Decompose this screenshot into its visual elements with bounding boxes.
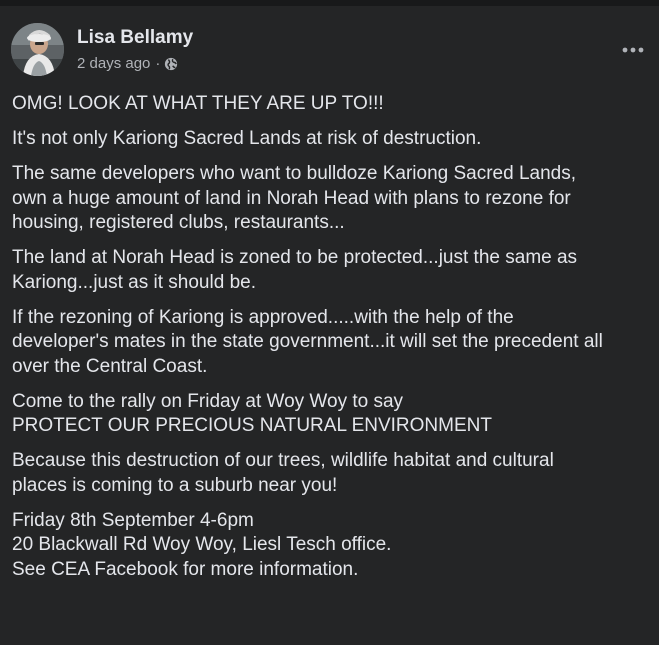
post-text: OMG! LOOK AT WHAT THEY ARE UP TO!!! It's … — [12, 92, 657, 593]
post-paragraph: Friday 8th September 4-6pm 20 Blackwall R… — [12, 509, 657, 583]
post-paragraph: If the rezoning of Kariong is approved..… — [12, 306, 657, 380]
post-line: Friday 8th September 4-6pm — [12, 509, 254, 531]
post-line: Because this destruction of our trees, w… — [12, 450, 554, 471]
post-line: See CEA Facebook for more information. — [12, 558, 359, 580]
post-line: If the rezoning of Kariong is approved..… — [12, 306, 514, 328]
author-name[interactable]: Lisa Bellamy — [77, 27, 193, 49]
post-line: The land at Norah Head is zoned to be pr… — [12, 247, 578, 268]
post-line: PROTECT OUR PRECIOUS NATURAL ENVIRONMENT — [12, 415, 492, 436]
post-line: Come to the rally on Friday at Woy Woy t… — [12, 390, 404, 412]
post-line: OMG! LOOK AT WHAT THEY ARE UP TO!!! — [12, 93, 384, 114]
more-options-icon[interactable] — [615, 32, 651, 68]
post-paragraph: OMG! LOOK AT WHAT THEY ARE UP TO!!! — [12, 92, 657, 117]
avatar[interactable] — [11, 23, 64, 76]
post-paragraph: The same developers who want to bulldoze… — [12, 162, 657, 236]
post-line: 20 Blackwall Rd Woy Woy, Liesl Tesch off… — [12, 534, 392, 555]
post-line: housing, registered clubs, restaurants..… — [12, 212, 345, 233]
globe-icon[interactable] — [164, 57, 178, 71]
meta-separator: · — [155, 55, 161, 72]
post-timestamp[interactable]: 2 days ago — [77, 55, 150, 72]
post-card: Lisa Bellamy 2 days ago · OMG! LOOK AT W… — [0, 6, 659, 645]
post-line: places is coming to a suburb near you! — [12, 474, 338, 496]
post-line: It's not only Kariong Sacred Lands at ri… — [12, 128, 482, 149]
avatar-photo — [11, 23, 64, 76]
post-paragraph: It's not only Kariong Sacred Lands at ri… — [12, 127, 657, 152]
post-line: Kariong...just as it should be. — [12, 271, 256, 293]
post-meta: 2 days ago · — [77, 55, 178, 72]
post-line: developer's mates in the state governmen… — [12, 331, 603, 352]
post-paragraph: The land at Norah Head is zoned to be pr… — [12, 246, 657, 295]
post-line: own a huge amount of land in Norah Head … — [12, 187, 571, 209]
post-paragraph: Come to the rally on Friday at Woy Woy t… — [12, 390, 657, 439]
post-paragraph: Because this destruction of our trees, w… — [12, 449, 657, 498]
post-line: over the Central Coast. — [12, 355, 208, 377]
post-line: The same developers who want to bulldoze… — [12, 163, 577, 184]
